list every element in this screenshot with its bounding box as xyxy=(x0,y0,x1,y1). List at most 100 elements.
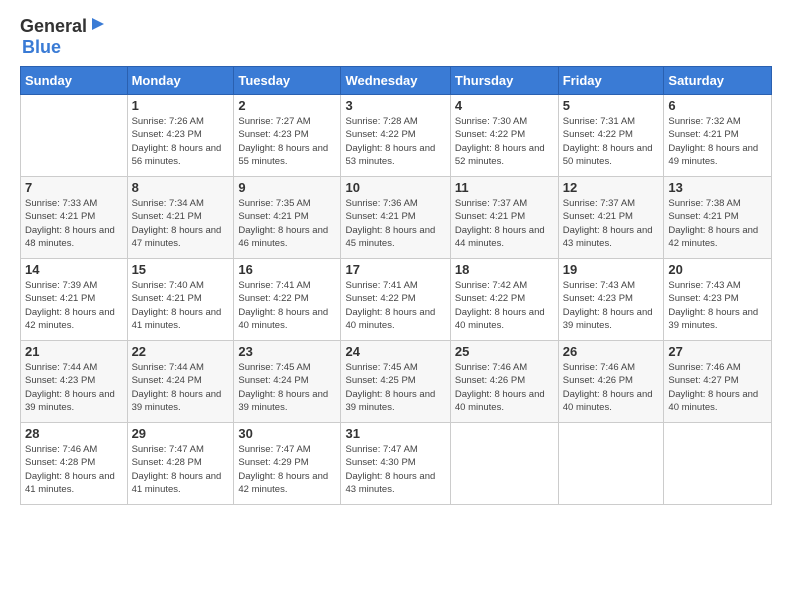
day-number: 27 xyxy=(668,344,767,359)
day-info: Sunrise: 7:46 AM Sunset: 4:27 PM Dayligh… xyxy=(668,361,767,414)
calendar-cell: 4 Sunrise: 7:30 AM Sunset: 4:22 PM Dayli… xyxy=(450,95,558,177)
daylight-text: Daylight: 8 hours and 42 minutes. xyxy=(25,307,115,331)
calendar-cell: 22 Sunrise: 7:44 AM Sunset: 4:24 PM Dayl… xyxy=(127,341,234,423)
daylight-text: Daylight: 8 hours and 53 minutes. xyxy=(345,143,435,167)
day-number: 21 xyxy=(25,344,123,359)
week-row-2: 7 Sunrise: 7:33 AM Sunset: 4:21 PM Dayli… xyxy=(21,177,772,259)
sunrise-text: Sunrise: 7:45 AM xyxy=(345,362,417,373)
sunrise-text: Sunrise: 7:43 AM xyxy=(563,280,635,291)
daylight-text: Daylight: 8 hours and 45 minutes. xyxy=(345,225,435,249)
sunrise-text: Sunrise: 7:32 AM xyxy=(668,116,740,127)
sunrise-text: Sunrise: 7:42 AM xyxy=(455,280,527,291)
sunset-text: Sunset: 4:24 PM xyxy=(238,375,308,386)
logo-text-general: General xyxy=(20,16,87,37)
sunset-text: Sunset: 4:23 PM xyxy=(668,293,738,304)
sunrise-text: Sunrise: 7:28 AM xyxy=(345,116,417,127)
calendar-cell: 1 Sunrise: 7:26 AM Sunset: 4:23 PM Dayli… xyxy=(127,95,234,177)
day-info: Sunrise: 7:46 AM Sunset: 4:26 PM Dayligh… xyxy=(563,361,660,414)
daylight-text: Daylight: 8 hours and 39 minutes. xyxy=(345,389,435,413)
daylight-text: Daylight: 8 hours and 55 minutes. xyxy=(238,143,328,167)
sunset-text: Sunset: 4:30 PM xyxy=(345,457,415,468)
day-info: Sunrise: 7:47 AM Sunset: 4:28 PM Dayligh… xyxy=(132,443,230,496)
sunset-text: Sunset: 4:27 PM xyxy=(668,375,738,386)
sunset-text: Sunset: 4:28 PM xyxy=(132,457,202,468)
day-number: 20 xyxy=(668,262,767,277)
daylight-text: Daylight: 8 hours and 40 minutes. xyxy=(455,307,545,331)
calendar-cell: 9 Sunrise: 7:35 AM Sunset: 4:21 PM Dayli… xyxy=(234,177,341,259)
daylight-text: Daylight: 8 hours and 42 minutes. xyxy=(238,471,328,495)
day-info: Sunrise: 7:41 AM Sunset: 4:22 PM Dayligh… xyxy=(345,279,445,332)
weekday-header-friday: Friday xyxy=(558,67,664,95)
calendar-cell: 24 Sunrise: 7:45 AM Sunset: 4:25 PM Dayl… xyxy=(341,341,450,423)
sunset-text: Sunset: 4:23 PM xyxy=(563,293,633,304)
weekday-header-tuesday: Tuesday xyxy=(234,67,341,95)
weekday-header-monday: Monday xyxy=(127,67,234,95)
sunrise-text: Sunrise: 7:35 AM xyxy=(238,198,310,209)
calendar-cell: 5 Sunrise: 7:31 AM Sunset: 4:22 PM Dayli… xyxy=(558,95,664,177)
daylight-text: Daylight: 8 hours and 39 minutes. xyxy=(238,389,328,413)
calendar-cell: 18 Sunrise: 7:42 AM Sunset: 4:22 PM Dayl… xyxy=(450,259,558,341)
week-row-3: 14 Sunrise: 7:39 AM Sunset: 4:21 PM Dayl… xyxy=(21,259,772,341)
calendar-cell xyxy=(558,423,664,505)
sunrise-text: Sunrise: 7:44 AM xyxy=(25,362,97,373)
day-info: Sunrise: 7:46 AM Sunset: 4:28 PM Dayligh… xyxy=(25,443,123,496)
sunrise-text: Sunrise: 7:41 AM xyxy=(238,280,310,291)
day-number: 6 xyxy=(668,98,767,113)
calendar-cell: 12 Sunrise: 7:37 AM Sunset: 4:21 PM Dayl… xyxy=(558,177,664,259)
sunset-text: Sunset: 4:22 PM xyxy=(238,293,308,304)
day-number: 18 xyxy=(455,262,554,277)
sunrise-text: Sunrise: 7:38 AM xyxy=(668,198,740,209)
day-info: Sunrise: 7:46 AM Sunset: 4:26 PM Dayligh… xyxy=(455,361,554,414)
calendar-cell: 13 Sunrise: 7:38 AM Sunset: 4:21 PM Dayl… xyxy=(664,177,772,259)
day-number: 10 xyxy=(345,180,445,195)
day-number: 22 xyxy=(132,344,230,359)
day-number: 9 xyxy=(238,180,336,195)
sunrise-text: Sunrise: 7:46 AM xyxy=(668,362,740,373)
weekday-header-row: SundayMondayTuesdayWednesdayThursdayFrid… xyxy=(21,67,772,95)
sunset-text: Sunset: 4:21 PM xyxy=(238,211,308,222)
day-number: 17 xyxy=(345,262,445,277)
sunset-text: Sunset: 4:22 PM xyxy=(455,129,525,140)
day-info: Sunrise: 7:39 AM Sunset: 4:21 PM Dayligh… xyxy=(25,279,123,332)
sunset-text: Sunset: 4:21 PM xyxy=(132,293,202,304)
sunset-text: Sunset: 4:21 PM xyxy=(563,211,633,222)
daylight-text: Daylight: 8 hours and 41 minutes. xyxy=(132,471,222,495)
calendar-cell: 8 Sunrise: 7:34 AM Sunset: 4:21 PM Dayli… xyxy=(127,177,234,259)
sunset-text: Sunset: 4:29 PM xyxy=(238,457,308,468)
sunrise-text: Sunrise: 7:27 AM xyxy=(238,116,310,127)
calendar-table: SundayMondayTuesdayWednesdayThursdayFrid… xyxy=(20,66,772,505)
daylight-text: Daylight: 8 hours and 40 minutes. xyxy=(238,307,328,331)
day-info: Sunrise: 7:37 AM Sunset: 4:21 PM Dayligh… xyxy=(563,197,660,250)
sunrise-text: Sunrise: 7:47 AM xyxy=(238,444,310,455)
day-info: Sunrise: 7:43 AM Sunset: 4:23 PM Dayligh… xyxy=(668,279,767,332)
sunrise-text: Sunrise: 7:37 AM xyxy=(455,198,527,209)
day-number: 3 xyxy=(345,98,445,113)
day-number: 2 xyxy=(238,98,336,113)
day-number: 7 xyxy=(25,180,123,195)
day-info: Sunrise: 7:43 AM Sunset: 4:23 PM Dayligh… xyxy=(563,279,660,332)
day-number: 29 xyxy=(132,426,230,441)
daylight-text: Daylight: 8 hours and 47 minutes. xyxy=(132,225,222,249)
day-info: Sunrise: 7:26 AM Sunset: 4:23 PM Dayligh… xyxy=(132,115,230,168)
sunrise-text: Sunrise: 7:44 AM xyxy=(132,362,204,373)
day-info: Sunrise: 7:45 AM Sunset: 4:24 PM Dayligh… xyxy=(238,361,336,414)
logo-text-blue: Blue xyxy=(22,37,61,57)
daylight-text: Daylight: 8 hours and 42 minutes. xyxy=(668,225,758,249)
day-info: Sunrise: 7:35 AM Sunset: 4:21 PM Dayligh… xyxy=(238,197,336,250)
calendar-cell: 28 Sunrise: 7:46 AM Sunset: 4:28 PM Dayl… xyxy=(21,423,128,505)
day-number: 14 xyxy=(25,262,123,277)
calendar-cell: 15 Sunrise: 7:40 AM Sunset: 4:21 PM Dayl… xyxy=(127,259,234,341)
day-info: Sunrise: 7:32 AM Sunset: 4:21 PM Dayligh… xyxy=(668,115,767,168)
day-info: Sunrise: 7:45 AM Sunset: 4:25 PM Dayligh… xyxy=(345,361,445,414)
daylight-text: Daylight: 8 hours and 43 minutes. xyxy=(345,471,435,495)
sunset-text: Sunset: 4:22 PM xyxy=(345,129,415,140)
sunset-text: Sunset: 4:21 PM xyxy=(25,211,95,222)
day-info: Sunrise: 7:27 AM Sunset: 4:23 PM Dayligh… xyxy=(238,115,336,168)
calendar-cell xyxy=(450,423,558,505)
daylight-text: Daylight: 8 hours and 40 minutes. xyxy=(455,389,545,413)
day-number: 13 xyxy=(668,180,767,195)
daylight-text: Daylight: 8 hours and 41 minutes. xyxy=(25,471,115,495)
sunrise-text: Sunrise: 7:37 AM xyxy=(563,198,635,209)
sunset-text: Sunset: 4:22 PM xyxy=(455,293,525,304)
weekday-header-saturday: Saturday xyxy=(664,67,772,95)
